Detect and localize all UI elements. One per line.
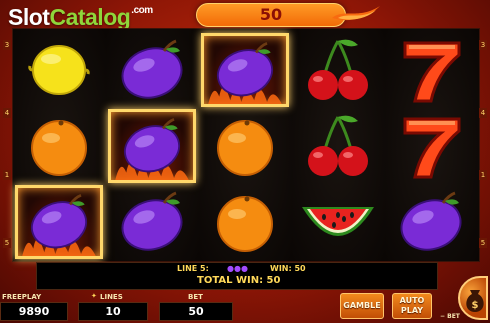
money-bag-icon: $ — [466, 290, 484, 312]
bet-decrease-button[interactable]: − BET — [440, 313, 460, 320]
plum-icon — [400, 191, 462, 251]
plum-icon — [115, 118, 189, 180]
line-number-left: 5 — [3, 238, 11, 248]
cherry-icon — [308, 39, 368, 100]
spin-button[interactable]: $ — [458, 276, 488, 320]
seven-symbol — [387, 33, 475, 107]
plum-icon — [121, 39, 183, 99]
freeplay-balance: 9890 — [0, 302, 68, 321]
autoplay-label-1: AUTO — [399, 296, 425, 305]
watermelon-symbol — [294, 185, 382, 259]
orange-symbol — [201, 185, 289, 259]
orange-icon — [217, 196, 273, 252]
plum-symbol — [108, 33, 196, 107]
seven-icon — [403, 117, 461, 179]
line-number-right: 4 — [479, 108, 487, 118]
logo-com-text: .com — [131, 5, 153, 16]
logo-slot-text: Slot — [8, 4, 50, 30]
plum-mini-icon: ●●● — [227, 264, 248, 273]
win-info-bar: LINE 5: ●●● WIN: 50 TOTAL WIN: 50 — [36, 262, 438, 290]
plum-symbol — [15, 185, 103, 259]
orange-symbol — [15, 109, 103, 183]
freeplay-label: FREEPLAY — [2, 293, 42, 301]
gamble-button[interactable]: GAMBLE — [340, 293, 384, 319]
autoplay-button[interactable]: AUTO PLAY — [392, 293, 432, 319]
lemon-symbol — [15, 33, 103, 107]
flame-decoration-icon — [332, 6, 380, 21]
seven-symbol — [387, 109, 475, 183]
reels-area — [12, 28, 480, 262]
svg-text:$: $ — [472, 300, 479, 311]
plum-symbol — [108, 185, 196, 259]
orange-icon — [31, 120, 87, 176]
star-icon: ✦ — [91, 292, 97, 300]
bet-selector[interactable]: 50 — [159, 302, 233, 321]
plum-icon — [121, 191, 183, 251]
cherry-symbol — [294, 33, 382, 107]
line-number-left: 1 — [3, 170, 11, 180]
line-win-amount: WIN: 50 — [270, 264, 306, 273]
line-number-right: 3 — [479, 40, 487, 50]
plum-symbol — [108, 109, 196, 183]
line-number-left: 4 — [3, 108, 11, 118]
lemon-icon — [28, 45, 90, 95]
cherry-icon — [308, 115, 368, 176]
watermelon-icon — [302, 207, 374, 236]
cherry-symbol — [294, 109, 382, 183]
plum-symbol — [387, 185, 475, 259]
autoplay-label-2: PLAY — [400, 306, 424, 315]
logo-catalog-text: Catalog — [49, 4, 131, 30]
line-number-right: 1 — [479, 170, 487, 180]
bet-label: BET — [188, 293, 203, 301]
plum-icon — [208, 42, 282, 104]
lines-selector[interactable]: 10 — [78, 302, 148, 321]
orange-symbol — [201, 109, 289, 183]
line-number-left: 3 — [3, 40, 11, 50]
seven-icon — [403, 41, 461, 103]
line-win-label: LINE 5: — [177, 264, 209, 273]
plum-symbol — [201, 33, 289, 107]
orange-icon — [217, 120, 273, 176]
win-display: 50 — [196, 3, 346, 27]
lines-label: LINES — [100, 293, 123, 301]
total-win: TOTAL WIN: 50 — [197, 275, 281, 286]
plum-icon — [22, 194, 96, 256]
line-number-right: 5 — [479, 238, 487, 248]
